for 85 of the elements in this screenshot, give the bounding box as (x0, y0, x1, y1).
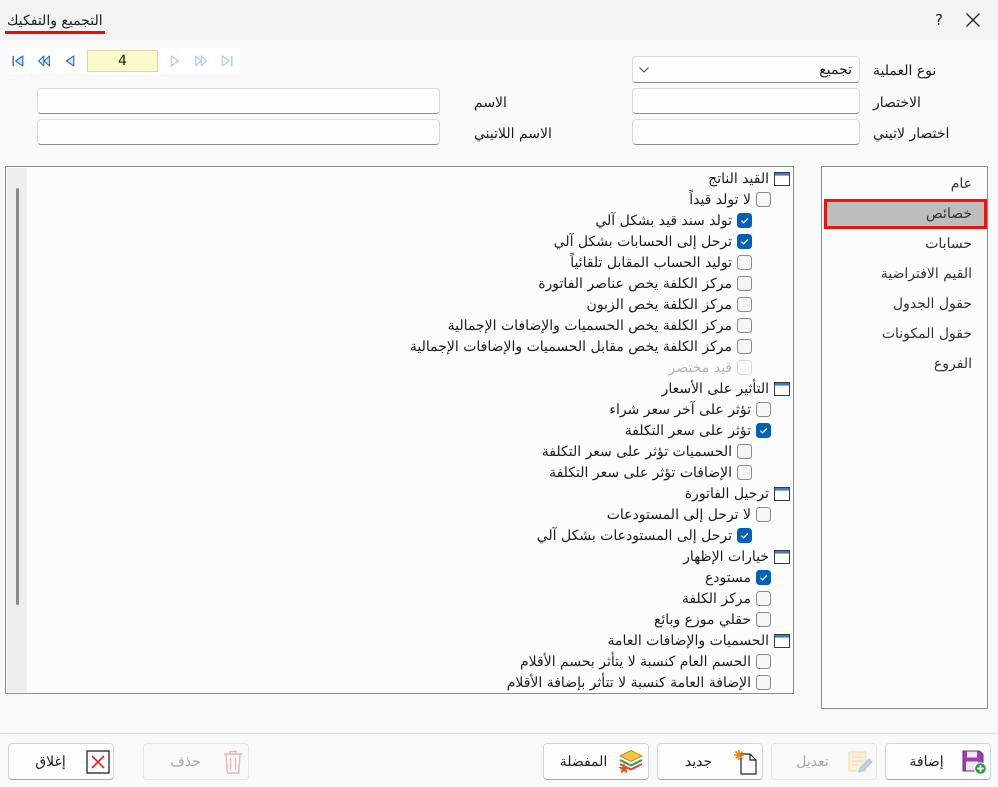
checkbox[interactable] (756, 675, 771, 690)
checkbox[interactable] (756, 570, 771, 585)
checkbox-label: حقلي موزع وبائع (654, 610, 751, 628)
section-title: ترحيل الفاتورة (684, 484, 769, 502)
trash-icon (221, 748, 245, 774)
sidebar-item[interactable]: الفروع (824, 349, 987, 379)
checkbox[interactable] (737, 255, 752, 270)
checkbox-label: توليد الحساب المقابل تلقائياً (570, 254, 732, 272)
sidebar-item[interactable]: القيم الافتراضية (824, 259, 987, 289)
checkbox-label: لا تولد قيداً (689, 190, 751, 208)
checkbox[interactable] (756, 192, 771, 207)
field-label: اختصار لاتيني (873, 126, 950, 142)
checkbox-label: الإضافات تؤثر على سعر التكلفة (549, 464, 732, 482)
new-button[interactable]: جديد (657, 743, 763, 780)
window-icon (774, 634, 790, 648)
sidebar-item[interactable]: حقول المكونات (824, 319, 987, 349)
checkbox[interactable] (756, 612, 771, 627)
chevron-down-icon (639, 66, 649, 72)
checkbox[interactable] (756, 591, 771, 606)
checkbox-label: الإضافة العامة كنسبة لا تتأثر بإضافة الأقلام (506, 674, 751, 692)
help-button[interactable]: ? (932, 11, 946, 29)
field-label: الاسم (474, 94, 507, 110)
checkbox-label: ترحل إلى المستودعات بشكل آلي (536, 526, 732, 544)
floppy-disk-plus-icon (961, 748, 987, 774)
checkbox-label: مركز الكلفة يخص عناصر الفاتورة (538, 274, 732, 292)
close-icon (86, 750, 110, 774)
text-field[interactable] (632, 88, 860, 114)
window-icon (774, 550, 790, 564)
text-field[interactable] (632, 119, 860, 145)
previous-icon[interactable] (64, 55, 76, 67)
dropdown[interactable]: تجميع (632, 56, 860, 83)
scrollbar-thumb[interactable] (16, 188, 19, 605)
sidebar-item[interactable]: خصائص (824, 199, 987, 229)
sidebar-item[interactable]: حسابات (824, 229, 987, 259)
rewind-icon[interactable] (38, 55, 50, 67)
section-title: خيارات الإظهار (683, 548, 769, 566)
checkbox[interactable] (737, 339, 752, 354)
checkbox[interactable] (737, 297, 752, 312)
checkbox[interactable] (737, 213, 752, 228)
checkbox-label: الحسم العام كنسبة لا يتأثر بحسم الأقلام (520, 652, 751, 670)
section-title: القيد الناتج (708, 170, 769, 188)
checkbox[interactable] (756, 507, 771, 522)
checkbox-label: لا ترحل إلى المستودعات (606, 506, 751, 524)
favorites-button[interactable]: المفضلة (543, 743, 649, 780)
checkbox-label: مركز الكلفة يخص الحسميات والإضافات الإجمالية (448, 316, 732, 334)
field-label: نوع العملية (873, 63, 936, 79)
checkbox[interactable] (756, 402, 771, 417)
checkbox-label: تؤثر على سعر التكلفة (624, 422, 751, 440)
text-field[interactable] (37, 119, 440, 145)
text-field[interactable] (37, 88, 440, 114)
checkbox-label: مركز الكلفة (682, 590, 751, 608)
checkbox-label: مركز الكلفة يخص الزبون (586, 296, 732, 314)
close-icon[interactable] (966, 13, 980, 27)
document-star-icon (733, 748, 759, 774)
sidebar-item[interactable]: عام (824, 169, 987, 199)
close-button[interactable]: إغلاق (8, 743, 114, 780)
checkbox[interactable] (737, 444, 752, 459)
checkbox[interactable] (737, 276, 752, 291)
checkbox[interactable] (737, 465, 752, 480)
checkbox[interactable] (756, 423, 771, 438)
checkbox-label: قيد مختصر (668, 358, 732, 376)
window-title: التجميع والتفكيك (5, 12, 105, 34)
section-title: التأثير على الأسعار (662, 380, 769, 398)
window-icon (774, 172, 790, 186)
checkbox[interactable] (756, 654, 771, 669)
record-number-field[interactable]: 4 (87, 50, 158, 72)
field-label: الاختصار (873, 94, 921, 110)
checkbox-label: تؤثر على آخر سعر شراء (609, 400, 751, 418)
checkbox-label: ترحل إلى الحسابات بشكل آلي (554, 232, 732, 250)
checkbox[interactable] (737, 528, 752, 543)
section-title: الحسميات والإضافات العامة (608, 632, 769, 650)
sidebar-item[interactable]: حقول الجدول (824, 289, 987, 319)
checkbox[interactable] (737, 318, 752, 333)
checkbox[interactable] (737, 234, 752, 249)
checkbox-label: الحسميات تؤثر على سعر التكلفة (542, 442, 732, 460)
skip-to-start-icon[interactable] (12, 55, 24, 67)
add-button[interactable]: إضافة (885, 743, 991, 780)
window-icon (774, 382, 790, 396)
notepad-pencil-icon (847, 748, 873, 774)
field-label: الاسم اللاتيني (474, 126, 552, 142)
checkbox-label: مستودع (704, 568, 751, 586)
checkbox-label: مركز الكلفة يخص مقابل الحسميات والإضافات الإجمالية (410, 338, 732, 356)
checkbox-label: تولد سند قيد بشكل آلي (595, 212, 732, 230)
window-icon (774, 486, 790, 500)
stacked-layers-icon (617, 748, 645, 774)
